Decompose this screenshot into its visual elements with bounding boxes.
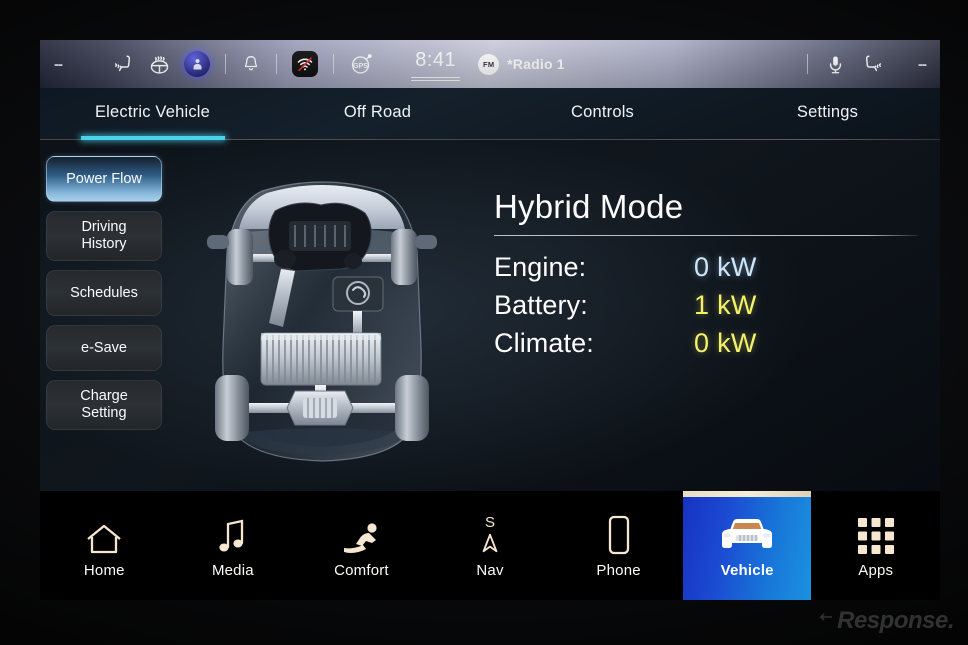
status-divider-1 [225,54,226,74]
wheel-front-right [391,228,417,285]
drive-mode-title: Hybrid Mode [494,188,684,225]
svg-text:GPS: GPS [353,62,368,69]
head-unit-device: -- GPS 8:41 FM *Radio 1 -- Electric Vehi… [0,0,968,645]
battery-value: 1 kW [694,290,757,320]
sidebar-item-label: Power Flow [66,170,142,187]
nav-item-label: Home [83,562,125,579]
rear-differential [286,390,354,425]
suv-front-icon [716,512,778,556]
nav-item-label: Media [211,562,254,579]
clock[interactable]: 8:41 [411,49,461,79]
radio-station-label: *Radio 1 [507,56,565,72]
status-left-placeholder: -- [54,55,63,73]
bottom-navigation-bar: Home Media Comfort S Nav Phone Vehicle A… [40,491,940,600]
compass-arrow-icon: S [479,512,501,556]
radio-now-playing[interactable]: FM *Radio 1 [478,53,565,75]
heated-seat-icon[interactable] [113,53,135,75]
status-bar: -- GPS 8:41 FM *Radio 1 -- [40,40,940,88]
wheel-rear-right [395,374,429,441]
status-divider-2 [276,54,277,74]
sidebar-item-label: Charge Setting [80,388,128,421]
wheel-rear-left [215,374,249,441]
nav-item-phone[interactable]: Phone [554,491,683,600]
engine-label: Engine: [494,252,587,282]
nav-item-vehicle[interactable]: Vehicle [682,491,812,600]
tab-label: Controls [570,103,635,121]
response-watermark: Response. [815,607,954,635]
battery-label: Battery: [494,290,588,320]
status-right-placeholder: -- [918,55,927,73]
nav-item-apps[interactable]: Apps [811,491,940,600]
music-note-icon [217,512,249,556]
nav-item-label: Comfort [334,562,389,579]
main-tab-bar: Electric Vehicle Off Road Controls Setti… [40,88,940,140]
sidebar-item-e-save[interactable]: e-Save [46,325,162,371]
heated-seat-passenger-icon[interactable] [861,53,883,75]
tab-off-road[interactable]: Off Road [265,88,490,140]
tab-settings[interactable]: Settings [715,88,940,140]
heated-steering-wheel-icon[interactable] [148,53,171,76]
sidebar-item-label: e-Save [81,339,127,356]
hybrid-powertrain-illustration [172,140,472,491]
climate-value: 0 kW [694,328,757,358]
stat-row-battery: Battery: 1 kW [486,290,918,321]
compass-heading-letter: S [485,513,496,531]
watermark-text: Response. [837,607,954,634]
engine-value: 0 kW [694,252,757,282]
mirror-right [415,234,437,249]
engine-block [268,202,372,272]
tab-active-underline [80,136,225,140]
title-divider [494,235,918,236]
suv-front-glyph [722,519,773,548]
nav-item-home[interactable]: Home [40,491,169,600]
vehicle-top-view-graphic [207,180,437,462]
status-divider-4 [807,54,808,74]
reclined-seat-icon [340,512,382,556]
grid-apps-icon [856,512,896,556]
ev-sidebar-menu: Power Flow Driving History Schedules e-S… [40,140,172,491]
sidebar-item-schedules[interactable]: Schedules [46,270,162,316]
status-bar-left-group: -- GPS [54,51,374,77]
content-area: Power Flow Driving History Schedules e-S… [40,140,940,491]
microphone-icon[interactable] [825,54,846,75]
sidebar-item-label: Driving History [81,219,127,252]
infotainment-screen: -- GPS 8:41 FM *Radio 1 -- Electric Vehi… [40,40,940,600]
watermark-arrow-icon [819,613,833,621]
tab-label: Off Road [343,103,412,121]
smartphone-icon [605,512,633,556]
status-bar-right-group: -- [805,53,927,75]
nav-item-label: Phone [596,562,641,579]
power-flow-readout-panel: Hybrid Mode Engine: 0 kW Battery: 1 kW C… [472,140,940,491]
wheel-front-left [227,228,253,285]
nav-item-media[interactable]: Media [169,491,298,600]
nav-item-label: Nav [476,562,504,579]
sidebar-item-charge-setting[interactable]: Charge Setting [46,380,162,430]
tab-label: Electric Vehicle [94,103,211,121]
nav-item-nav[interactable]: S Nav [426,491,555,600]
driver-profile-avatar-icon[interactable] [184,51,210,77]
sidebar-item-driving-history[interactable]: Driving History [46,211,162,261]
stat-row-engine: Engine: 0 kW [486,252,918,283]
nav-item-comfort[interactable]: Comfort [297,491,426,600]
tab-electric-vehicle[interactable]: Electric Vehicle [40,88,265,140]
status-divider-3 [333,54,334,74]
climate-label: Climate: [494,328,594,358]
home-icon [84,512,124,556]
fm-badge-icon: FM [478,53,500,75]
sidebar-item-label: Schedules [70,284,138,301]
sidebar-item-power-flow[interactable]: Power Flow [46,156,162,202]
wifi-off-icon[interactable] [292,51,318,77]
nav-item-label: Apps [858,562,894,579]
nav-item-label: Vehicle [720,562,774,579]
tab-label: Settings [796,103,859,121]
stat-row-climate: Climate: 0 kW [486,328,918,359]
gps-icon[interactable]: GPS [349,52,374,77]
battery-pack [260,332,382,385]
mirror-left [207,234,229,249]
notification-bell-icon[interactable] [241,54,261,74]
tab-controls[interactable]: Controls [490,88,715,140]
